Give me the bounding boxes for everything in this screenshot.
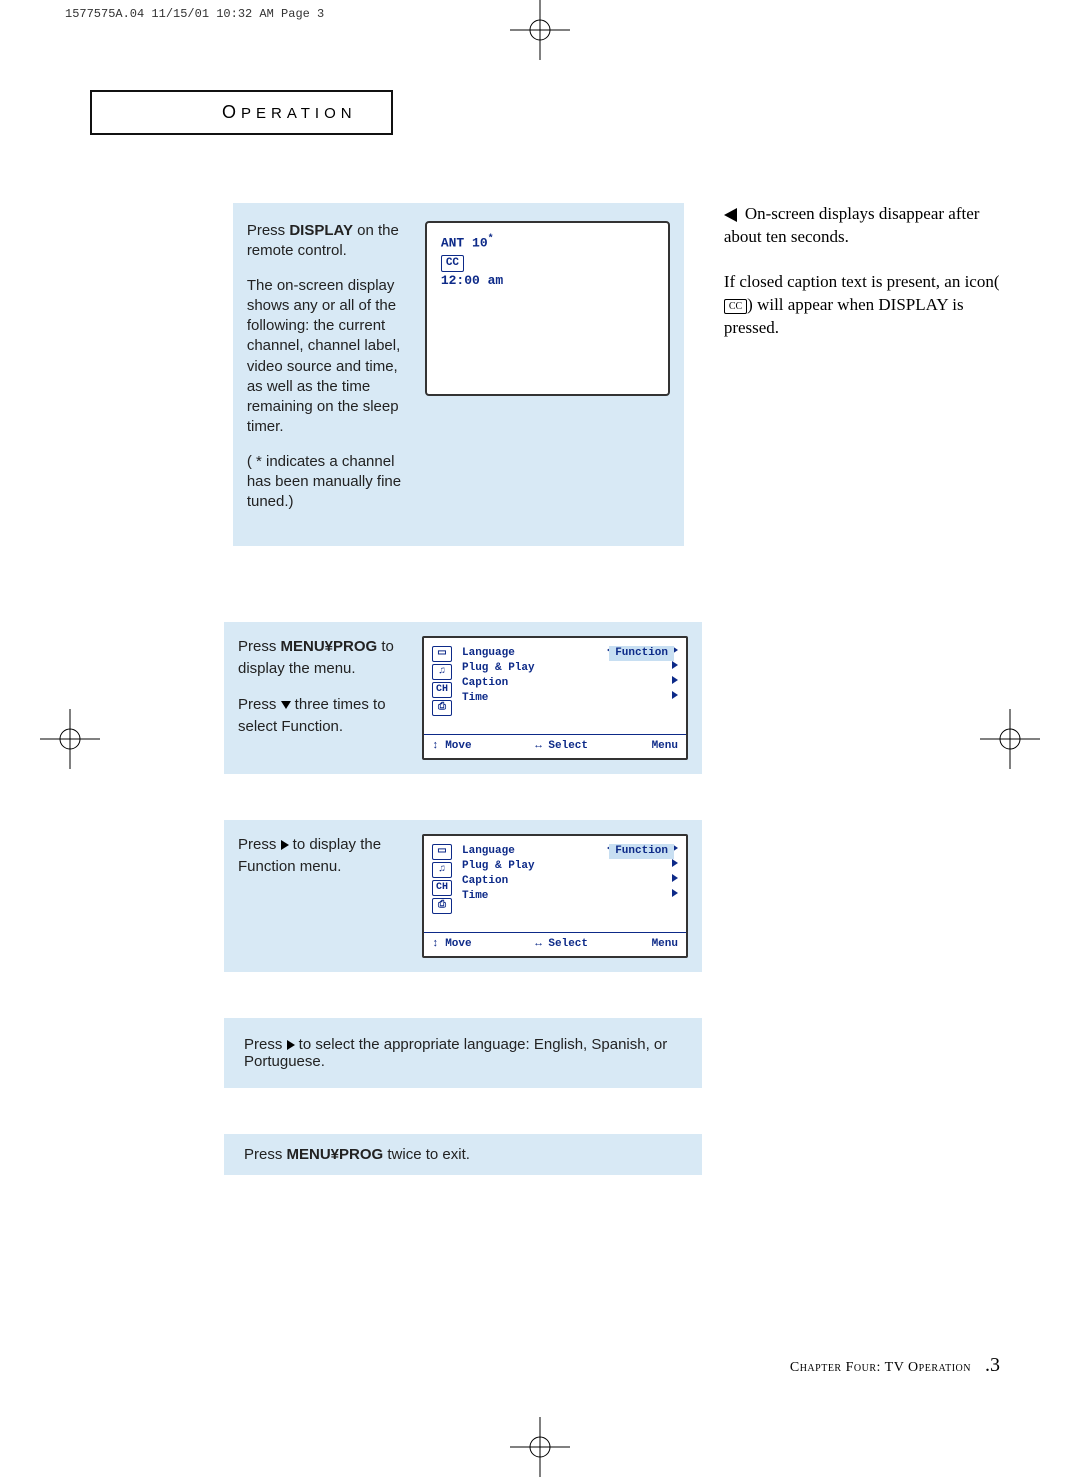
page-footer: Chapter Four: TV Operation .3	[790, 1354, 1000, 1377]
osd-cat-icon: CH	[432, 682, 452, 698]
step-panel-function: Press to display the Function menu. Func…	[224, 820, 702, 972]
text: Press	[238, 696, 281, 713]
step-panel-exit: Press MENU¥PROG twice to exit.	[224, 1134, 702, 1175]
osd-bar-label: Move	[445, 938, 471, 950]
text: to select the appropriate language: Engl…	[244, 1036, 667, 1070]
registration-mark-bottom	[510, 1417, 570, 1477]
osd-cat-icon: ♫	[432, 664, 452, 680]
text: ) will appear when DISPLAY is pressed.	[724, 295, 964, 337]
osd-item: Time	[462, 692, 488, 704]
text: Press	[247, 222, 290, 239]
button-label: DISPLAY	[289, 222, 353, 239]
text: If closed caption text is present, an ic…	[724, 272, 1000, 291]
step-panel-menu: Press MENU¥PROG to display the menu. Pre…	[224, 622, 702, 774]
triangle-right-icon	[281, 840, 289, 850]
text: Press	[244, 1036, 287, 1053]
osd-bar-label: Menu	[652, 937, 678, 952]
triangle-right-icon	[672, 859, 678, 867]
osd-star: *	[488, 234, 494, 245]
triangle-right-icon	[672, 691, 678, 699]
osd-icon-column: ▭ ♫ CH ⎙	[432, 844, 454, 914]
osd-cat-icon: ⎙	[432, 700, 452, 716]
text: Press	[238, 638, 281, 655]
osd-item: Caption	[462, 875, 508, 887]
section-title-initial: O	[222, 102, 241, 122]
instruction-text: Press DISPLAY on the remote control. The…	[247, 221, 407, 526]
cc-icon: CC	[441, 255, 464, 272]
cc-icon: CC	[724, 299, 747, 315]
page-content: OPERATION Press DISPLAY on the remote co…	[90, 90, 1000, 1377]
osd-cat-icon: ▭	[432, 646, 452, 662]
osd-bar-label: Move	[445, 740, 471, 752]
osd-menu-preview: Function ▭ ♫ CH ⎙ Language English Plug …	[422, 636, 688, 760]
triangle-right-icon	[672, 889, 678, 897]
section-title-text: PERATION	[241, 105, 357, 122]
osd-help-bar: ↕ Move ↔ Select Menu	[424, 734, 686, 758]
triangle-right-icon	[287, 1040, 295, 1050]
osd-header: Function	[609, 844, 674, 859]
text: ( * indicates a channel has been manuall…	[247, 452, 407, 513]
triangle-right-icon	[672, 676, 678, 684]
button-label: MENU¥PROG	[287, 1146, 384, 1163]
osd-cat-icon: CH	[432, 880, 452, 896]
text: twice to exit.	[383, 1146, 470, 1163]
triangle-right-icon	[672, 661, 678, 669]
text: Press	[244, 1146, 287, 1163]
instruction-text: Press MENU¥PROG to display the menu. Pre…	[238, 636, 406, 760]
osd-item: Caption	[462, 677, 508, 689]
osd-menu-preview: Function ▭ ♫ CH ⎙ Language English Plug …	[422, 834, 688, 958]
footer-page-number: .3	[985, 1354, 1000, 1377]
osd-cat-icon: ⎙	[432, 898, 452, 914]
triangle-right-icon	[672, 874, 678, 882]
osd-icon-column: ▭ ♫ CH ⎙	[432, 646, 454, 716]
tv-screen-preview: ANT 10* CC 12:00 am	[425, 221, 670, 396]
osd-time: 12:00 am	[441, 272, 654, 290]
osd-help-bar: ↕ Move ↔ Select Menu	[424, 932, 686, 956]
osd-item: Plug & Play	[462, 860, 535, 872]
text: On-screen displays disappear after about…	[724, 204, 980, 246]
triangle-left-icon	[724, 208, 737, 222]
triangle-down-icon	[281, 701, 291, 709]
side-note: On-screen displays disappear after about…	[724, 203, 1000, 546]
osd-channel: ANT 10	[441, 235, 488, 250]
registration-mark-top	[510, 0, 570, 60]
osd-item: Time	[462, 890, 488, 902]
instruction-text: Press to display the Function menu.	[238, 834, 406, 958]
osd-bar-label: Select	[548, 938, 588, 950]
osd-item: Language	[462, 647, 515, 659]
osd-item: Plug & Play	[462, 662, 535, 674]
step-panel-display: Press DISPLAY on the remote control. The…	[233, 203, 684, 546]
osd-header: Function	[609, 646, 674, 661]
osd-item: Language	[462, 845, 515, 857]
button-label: MENU¥PROG	[281, 638, 378, 655]
osd-cat-icon: ▭	[432, 844, 452, 860]
osd-bar-label: Select	[548, 740, 588, 752]
print-job-header: 1577575A.04 11/15/01 10:32 AM Page 3	[65, 8, 324, 20]
text: The on-screen display shows any or all o…	[247, 276, 407, 438]
osd-bar-label: Menu	[652, 739, 678, 754]
footer-chapter: Chapter Four: TV Operation	[790, 1360, 971, 1376]
text: Press	[238, 836, 281, 853]
step-panel-language: Press to select the appropriate language…	[224, 1018, 702, 1088]
section-title: OPERATION	[90, 90, 393, 135]
osd-cat-icon: ♫	[432, 862, 452, 878]
